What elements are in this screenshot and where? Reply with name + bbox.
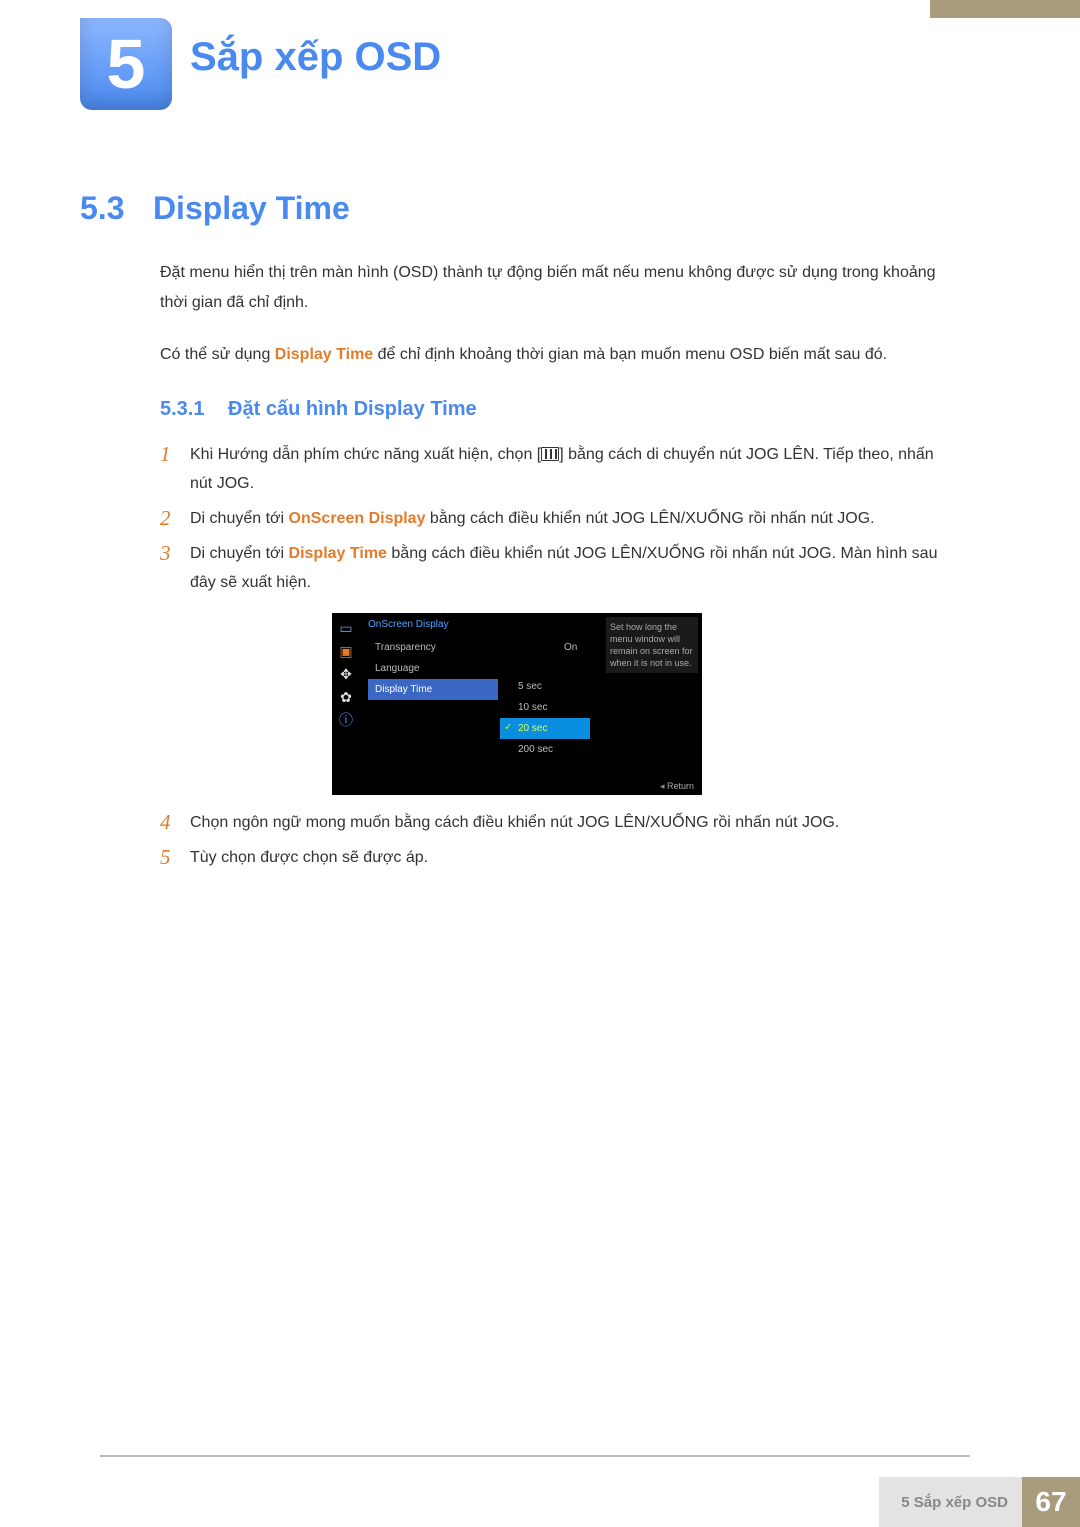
picture-icon: ▣ (339, 644, 352, 658)
bold-onscreen-display: OnScreen Display (289, 510, 426, 527)
gear-icon: ✿ (340, 690, 352, 704)
step-text: Chọn ngôn ngữ mong muốn bằng cách điều k… (190, 808, 940, 837)
osd-option-5sec: 5 sec (500, 676, 590, 697)
osd-option-200sec: 200 sec (500, 739, 590, 760)
section-body: Đặt menu hiển thị trên màn hình (OSD) th… (160, 258, 940, 370)
subsection-title: Đặt cấu hình Display Time (228, 398, 477, 420)
footer-divider (100, 1455, 970, 1457)
step-4: 4 Chọn ngôn ngữ mong muốn bằng cách điều… (160, 808, 940, 837)
subsection-heading: 5.3.1 Đặt cấu hình Display Time (160, 398, 477, 421)
step-number: 2 (160, 504, 190, 533)
osd-options: 5 sec 10 sec 20 sec 200 sec (500, 676, 590, 760)
subsection-number: 5.3.1 (160, 398, 204, 420)
osd-help-text: Set how long the menu window will remain… (606, 617, 698, 673)
osd-item-display-time: Display Time (368, 679, 498, 700)
section-paragraph-2: Có thể sử dụng Display Time để chỉ định … (160, 340, 940, 370)
text: để chỉ định khoảng thời gian mà bạn muốn… (373, 346, 887, 363)
osd-sidebar: ▭ ▣ ✥ ✿ ⓘ (334, 615, 358, 727)
osd-option-10sec: 10 sec (500, 697, 590, 718)
monitor-icon: ▭ (339, 621, 352, 635)
osd-menu: Transparency Language Display Time (368, 637, 498, 700)
osd-screenshot: ▭ ▣ ✥ ✿ ⓘ OnScreen Display Transparency … (332, 613, 702, 795)
osd-option-20sec: 20 sec (500, 718, 590, 739)
chapter-number-badge: 5 (80, 18, 172, 110)
move-icon: ✥ (340, 667, 352, 681)
text: Có thể sử dụng (160, 346, 275, 363)
section-heading: 5.3 Display Time (80, 190, 350, 227)
osd-item-language: Language (368, 658, 498, 679)
info-icon: ⓘ (339, 713, 353, 727)
steps-list: 1 Khi Hướng dẫn phím chức năng xuất hiện… (160, 440, 940, 603)
bold-display-time: Display Time (289, 545, 387, 562)
chapter-title: Sắp xếp OSD (190, 35, 441, 80)
footer-chapter-label: 5 Sắp xếp OSD (879, 1477, 1022, 1527)
step-text: Khi Hướng dẫn phím chức năng xuất hiện, … (190, 440, 940, 498)
section-paragraph-1: Đặt menu hiển thị trên màn hình (OSD) th… (160, 258, 940, 318)
step-number: 1 (160, 440, 190, 498)
osd-item-transparency: Transparency (368, 637, 498, 658)
menu-icon (541, 447, 559, 461)
footer: 5 Sắp xếp OSD 67 (879, 1477, 1080, 1527)
step-number: 4 (160, 808, 190, 837)
osd-return-label: Return (660, 781, 694, 792)
header-accent-bar (930, 0, 1080, 18)
step-1: 1 Khi Hướng dẫn phím chức năng xuất hiện… (160, 440, 940, 498)
bold-display-time: Display Time (275, 346, 373, 363)
steps-list-continued: 4 Chọn ngôn ngữ mong muốn bằng cách điều… (160, 808, 940, 878)
step-3: 3 Di chuyển tới Display Time bằng cách đ… (160, 539, 940, 597)
footer-page-number: 67 (1022, 1477, 1080, 1527)
section-number: 5.3 (80, 190, 124, 226)
step-text: Di chuyển tới OnScreen Display bằng cách… (190, 504, 940, 533)
step-5: 5 Tùy chọn được chọn sẽ được áp. (160, 843, 940, 872)
step-number: 5 (160, 843, 190, 872)
step-number: 3 (160, 539, 190, 597)
osd-header: OnScreen Display (368, 619, 449, 630)
step-text: Tùy chọn được chọn sẽ được áp. (190, 843, 940, 872)
step-2: 2 Di chuyển tới OnScreen Display bằng cá… (160, 504, 940, 533)
osd-transparency-value: On (564, 642, 577, 653)
section-title: Display Time (153, 190, 350, 226)
step-text: Di chuyển tới Display Time bằng cách điề… (190, 539, 940, 597)
